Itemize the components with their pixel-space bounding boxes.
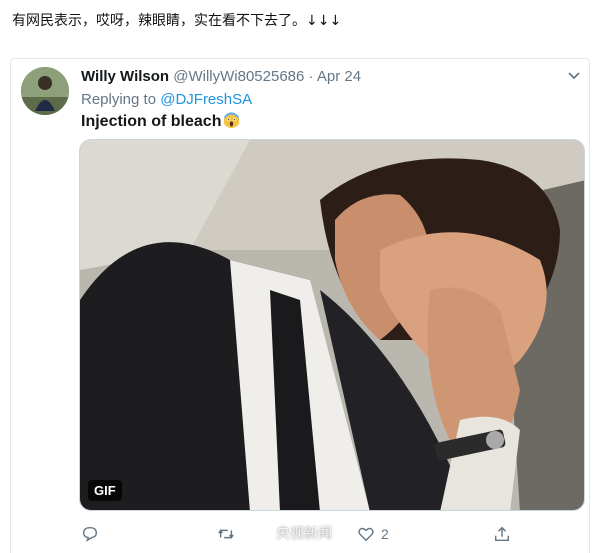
display-name[interactable]: Willy Wilson <box>81 68 169 85</box>
weibo-icon <box>252 526 271 541</box>
tweet-text: Injection of bleach <box>81 112 241 131</box>
watermark-text: 央视新闻 <box>276 526 332 542</box>
chevron-down-icon[interactable] <box>567 71 581 81</box>
gif-badge: GIF <box>88 480 122 501</box>
gif-media[interactable]: GIF <box>79 139 585 511</box>
tweet-card: Willy Wilson @WillyWi80525686 · Apr 24 R… <box>10 58 590 553</box>
retweet-button[interactable] <box>217 523 235 545</box>
retweet-icon <box>218 529 234 539</box>
post-caption: 有网民表示，哎呀，辣眼睛，实在看不下去了。↓↓↓ <box>12 13 342 29</box>
replying-to: Replying to @DJFreshSA <box>81 91 252 108</box>
tweet-text-content: Injection of bleach <box>81 113 222 130</box>
user-handle[interactable]: @WillyWi80525686 <box>173 68 304 85</box>
gif-frame-image <box>80 140 584 510</box>
tweet-actions: 2 <box>79 519 585 549</box>
heart-icon <box>358 527 374 542</box>
face-screaming-in-fear-emoji <box>223 112 241 129</box>
reply-icon <box>82 526 98 542</box>
like-button[interactable]: 2 <box>357 523 389 545</box>
tweet-date[interactable]: Apr 24 <box>317 68 361 85</box>
like-count: 2 <box>381 526 389 542</box>
tweet-header: Willy Wilson @WillyWi80525686 · Apr 24 <box>81 68 361 85</box>
replying-prefix: Replying to <box>81 91 161 108</box>
separator-dot: · <box>308 68 314 85</box>
share-icon <box>494 526 510 542</box>
share-button[interactable] <box>493 523 511 545</box>
avatar[interactable] <box>21 67 69 115</box>
reply-button[interactable] <box>81 523 99 545</box>
replying-to-link[interactable]: @DJFreshSA <box>160 91 252 108</box>
watermark: 央视新闻 <box>252 523 332 543</box>
